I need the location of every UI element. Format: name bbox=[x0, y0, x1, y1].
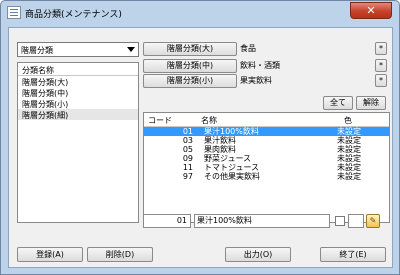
level-small-button[interactable]: 階層分類(小) bbox=[143, 74, 237, 88]
table-row[interactable]: 03 果汁飲料 未設定 bbox=[144, 136, 389, 145]
row-name: 野菜ジュース bbox=[204, 154, 252, 163]
close-button[interactable]: ✕ bbox=[350, 2, 392, 19]
level-list-item[interactable]: 階層分類(細) bbox=[18, 109, 138, 120]
level-medium-value: 飲料・酒類 bbox=[240, 61, 280, 70]
row-name: その他果実飲料 bbox=[204, 172, 260, 181]
chevron-down-icon bbox=[127, 47, 135, 52]
level-large-button[interactable]: 階層分類(大) bbox=[143, 42, 237, 56]
column-header-code: コード bbox=[148, 116, 172, 125]
name-input[interactable]: 果汁100%飲料 bbox=[194, 214, 330, 228]
register-button[interactable]: 登録(A) bbox=[17, 247, 83, 262]
column-header-color: 色 bbox=[344, 116, 352, 125]
palette-icon[interactable]: ✎ bbox=[366, 214, 380, 228]
row-code: 05 bbox=[182, 145, 193, 154]
row-code: 97 bbox=[182, 172, 193, 181]
classification-type-select[interactable]: 階層分類 bbox=[17, 42, 139, 57]
table-header: コード 名称 色 bbox=[144, 113, 389, 127]
row-code: 01 bbox=[182, 127, 193, 136]
row-code: 09 bbox=[182, 154, 193, 163]
row-code: 03 bbox=[182, 136, 193, 145]
table-row[interactable]: 11 トマトジュース 未設定 bbox=[144, 163, 389, 172]
level-list-item[interactable]: 階層分類(小) bbox=[18, 98, 138, 109]
category-table[interactable]: コード 名称 色 01 果汁100%飲料 未設定 03 果汁飲料 未設定 05 … bbox=[143, 112, 390, 223]
level-small-star-button[interactable]: * bbox=[375, 74, 387, 87]
select-all-button[interactable]: 全て bbox=[323, 96, 353, 110]
client-area: 階層分類 分類名称 階層分類(大) 階層分類(中) 階層分類(小) 階層分類(細… bbox=[8, 27, 393, 268]
level-large-value: 食品 bbox=[240, 44, 256, 53]
column-header-name: 名称 bbox=[201, 116, 217, 125]
row-color: 未設定 bbox=[337, 127, 361, 136]
level-list-item[interactable]: 階層分類(中) bbox=[18, 87, 138, 98]
table-row[interactable]: 01 果汁100%飲料 未設定 bbox=[144, 127, 389, 136]
row-color: 未設定 bbox=[337, 136, 361, 145]
exit-button[interactable]: 終了(E) bbox=[320, 247, 386, 262]
table-row[interactable]: 05 果肉飲料 未設定 bbox=[144, 145, 389, 154]
color-swatch[interactable] bbox=[348, 214, 364, 228]
row-color: 未設定 bbox=[337, 145, 361, 154]
deselect-button[interactable]: 解除 bbox=[356, 96, 386, 110]
app-window: 商品分類(メンテナンス) ✕ 階層分類 分類名称 階層分類(大) 階層分類(中)… bbox=[0, 0, 400, 275]
row-color: 未設定 bbox=[337, 154, 361, 163]
row-color: 未設定 bbox=[337, 172, 361, 181]
row-name: トマトジュース bbox=[204, 163, 260, 172]
output-button[interactable]: 出力(O) bbox=[225, 247, 291, 262]
level-list-header: 分類名称 bbox=[18, 63, 138, 76]
table-row[interactable]: 09 野菜ジュース 未設定 bbox=[144, 154, 389, 163]
level-list[interactable]: 分類名称 階層分類(大) 階層分類(中) 階層分類(小) 階層分類(細) bbox=[17, 62, 139, 223]
code-input[interactable]: 01 bbox=[143, 214, 191, 228]
color-checkbox[interactable] bbox=[335, 216, 345, 226]
title-bar[interactable]: 商品分類(メンテナンス) ✕ bbox=[1, 1, 399, 25]
row-name: 果汁100%飲料 bbox=[204, 127, 259, 136]
app-icon bbox=[7, 6, 21, 19]
table-row[interactable]: 97 その他果実飲料 未設定 bbox=[144, 172, 389, 181]
window-title: 商品分類(メンテナンス) bbox=[25, 10, 122, 20]
row-color: 未設定 bbox=[337, 163, 361, 172]
row-name: 果汁飲料 bbox=[204, 136, 236, 145]
delete-button[interactable]: 削除(D) bbox=[87, 247, 153, 262]
row-name: 果肉飲料 bbox=[204, 145, 236, 154]
level-list-item[interactable]: 階層分類(大) bbox=[18, 76, 138, 87]
classification-type-value: 階層分類 bbox=[21, 46, 53, 55]
level-medium-star-button[interactable]: * bbox=[375, 59, 387, 72]
level-large-star-button[interactable]: * bbox=[375, 42, 387, 55]
level-small-value: 果実飲料 bbox=[240, 76, 272, 85]
level-medium-button[interactable]: 階層分類(中) bbox=[143, 59, 237, 73]
row-code: 11 bbox=[182, 163, 193, 172]
